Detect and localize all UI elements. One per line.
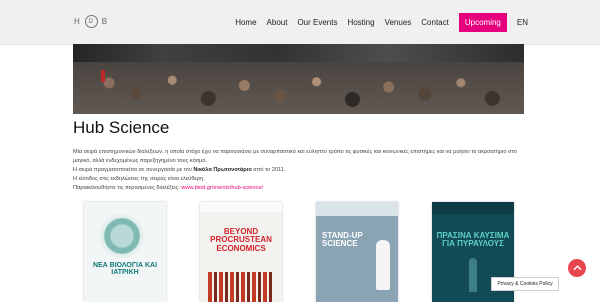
main-nav: Home About Our Events Hosting Venues Con… — [235, 13, 528, 32]
event-card-title: BEYOND PROCRUSTEAN ECONOMICS — [210, 227, 272, 253]
poster-header — [316, 202, 398, 216]
event-card[interactable]: BEYOND PROCRUSTEAN ECONOMICS — [200, 202, 282, 302]
language-switcher[interactable]: EN — [517, 18, 528, 27]
page-description: Μια σειρά επιστημονικών διαλέξεων, η οπο… — [73, 148, 528, 193]
virus-icon — [100, 214, 144, 258]
event-card-title: ΝΕΑ ΒΙΟΛΟΓΙΑ ΚΑΙ ΙΑΤΡΙΚΗ — [88, 262, 162, 277]
site-logo[interactable]: H D B — [74, 15, 108, 28]
logo-letter-h: H — [74, 17, 81, 26]
nav-hosting[interactable]: Hosting — [347, 18, 374, 27]
hero-crowd — [73, 62, 524, 114]
event-card-title: ΠΡΑΣΙΝΑ ΚΑΥΣΙΜΑ ΓΙΑ ΠΥΡΑΥΛΟΥΣ — [436, 231, 510, 249]
cookie-policy-button[interactable]: Privacy & Cookies Policy — [491, 277, 559, 291]
nav-our-events[interactable]: Our Events — [297, 18, 337, 27]
poster-header — [200, 202, 282, 212]
description-line-3: Η σειρά πραγματοποιείται σε συνεργασία μ… — [73, 166, 528, 175]
hero-fire-extinguisher — [101, 70, 105, 82]
nav-venues[interactable]: Venues — [385, 18, 412, 27]
past-lectures-link[interactable]: www.biod.gr/events/hub-science/ — [181, 185, 263, 191]
logo-letter-b: B — [101, 17, 109, 26]
hero-audience-photo — [73, 44, 524, 114]
description-text: από το 2011. — [251, 167, 286, 173]
nav-contact[interactable]: Contact — [421, 18, 449, 27]
page-title: Hub Science — [73, 118, 170, 137]
nav-upcoming-button[interactable]: Upcoming — [458, 13, 507, 32]
nav-about[interactable]: About — [267, 18, 288, 27]
nav-home[interactable]: Home — [235, 18, 256, 27]
description-line-5: Παρακολουθήστε τις περασμένες διαλέξεις:… — [73, 184, 528, 193]
back-to-top-button[interactable] — [568, 259, 586, 277]
event-card[interactable]: STAND-UP SCIENCE — [316, 202, 398, 302]
site-header: H D B Home About Our Events Hosting Venu… — [0, 0, 600, 45]
logo-ring-icon: D — [84, 15, 98, 28]
description-line-4: Η είσοδος στις εκδηλώσεις της σειράς είν… — [73, 176, 205, 182]
description-text: Η σειρά πραγματοποιείται σε συνεργασία μ… — [73, 167, 194, 173]
skyline-illustration — [208, 272, 274, 302]
event-cards: ΝΕΑ ΒΙΟΛΟΓΙΑ ΚΑΙ ΙΑΤΡΙΚΗ BEYOND PROCRUST… — [84, 202, 514, 302]
description-text: Παρακολουθήστε τις περασμένες διαλέξεις: — [73, 185, 182, 191]
rocket-illustration — [469, 258, 477, 292]
chevron-up-icon — [572, 265, 582, 271]
poster-header — [432, 202, 514, 214]
event-card[interactable]: ΝΕΑ ΒΙΟΛΟΓΙΑ ΚΑΙ ΙΑΤΡΙΚΗ — [84, 202, 166, 302]
description-line-1: Μια σειρά επιστημονικών διαλέξεων, η οπο… — [73, 148, 528, 166]
logo-letter-d: D — [88, 18, 94, 25]
organizer-name: Νικόλα Πρωτονοτάριο — [193, 167, 252, 173]
lab-coat-figure — [376, 240, 390, 290]
hero-ceiling — [73, 44, 524, 62]
event-card-title-text: ΝΕΑ ΒΙΟΛΟΓΙΑ ΚΑΙ ΙΑΤΡΙΚΗ — [92, 262, 158, 277]
description-text: Μια σειρά επιστημονικών διαλέξεων, η οπο… — [73, 149, 452, 155]
